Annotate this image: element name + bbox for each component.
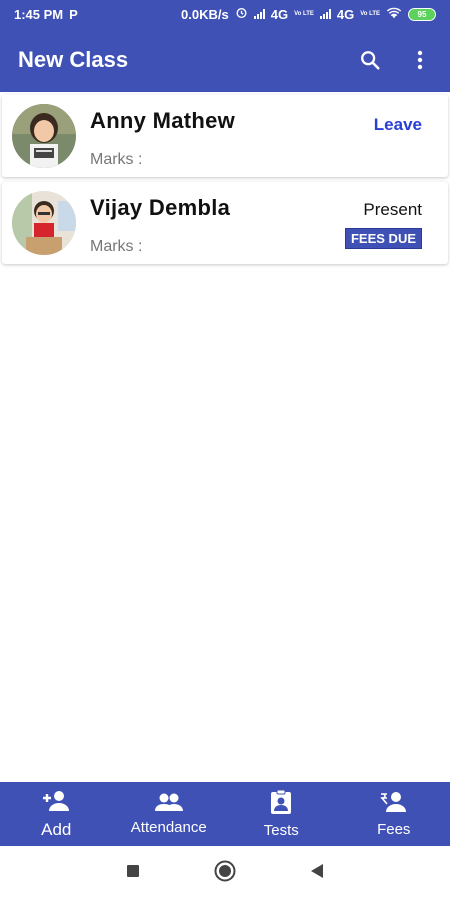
bottom-nav: Add Attendance Tests Fees [0,782,450,846]
network-type-2: 4G [336,6,355,22]
volte-icon-2: Vo LTE [360,11,380,17]
student-avatar [12,104,76,168]
app-bar: New Class [0,28,450,92]
status-right: 0.0KB/s 4G Vo LTE 4G Vo LTE 95 [181,6,436,22]
battery-icon: 95 [408,7,436,21]
app-bar-actions [358,48,432,72]
more-vert-icon[interactable] [408,48,432,72]
signal-icon [253,9,265,19]
parking-app-icon: P [69,6,78,22]
nav-label: Fees [377,821,411,838]
network-type-1: 4G [270,6,289,22]
nav-add[interactable]: Add [0,782,113,846]
nav-tests[interactable]: Tests [225,782,338,846]
page-title: New Class [18,47,129,72]
nav-label: Add [41,819,72,839]
person-money-icon [380,790,408,819]
nav-label: Tests [263,822,299,839]
back-icon[interactable] [310,863,324,884]
student-card[interactable]: Vijay Dembla Marks : Present FEES DUE [2,182,448,264]
network-speed: 0.0KB/s [181,6,229,22]
volte-icon: Vo LTE [294,11,314,17]
status-time: 1:45 PM [14,6,64,22]
recents-icon[interactable] [126,864,140,883]
marks-label: Marks : [90,238,143,255]
attendance-status[interactable]: Leave [374,115,422,135]
student-card[interactable]: Anny Mathew Marks : Leave [2,95,448,177]
add-person-icon [42,789,70,818]
nav-fees[interactable]: Fees [338,782,450,846]
people-icon [154,792,183,817]
student-name: Anny Mathew [90,108,236,133]
clipboard-person-icon [270,789,292,820]
system-nav-bar [0,846,450,900]
nav-attendance[interactable]: Attendance [113,782,226,846]
marks-label: Marks : [90,151,143,168]
home-icon[interactable] [214,860,236,887]
fees-due-badge: FEES DUE [344,228,422,249]
attendance-status[interactable]: Present [363,200,422,220]
alarm-icon [235,6,248,22]
nav-label: Attendance [130,819,207,836]
wifi-icon [386,7,402,22]
status-bar: 1:45 PM P 0.0KB/s 4G Vo LTE 4G Vo LTE 95 [0,0,450,28]
signal-icon-2 [319,9,331,19]
student-name: Vijay Dembla [90,195,231,220]
student-avatar [12,191,76,255]
search-icon[interactable] [358,48,382,72]
status-left: 1:45 PM P [14,7,78,22]
student-list: Anny Mathew Marks : Leave Vijay Dembla M… [0,92,450,269]
